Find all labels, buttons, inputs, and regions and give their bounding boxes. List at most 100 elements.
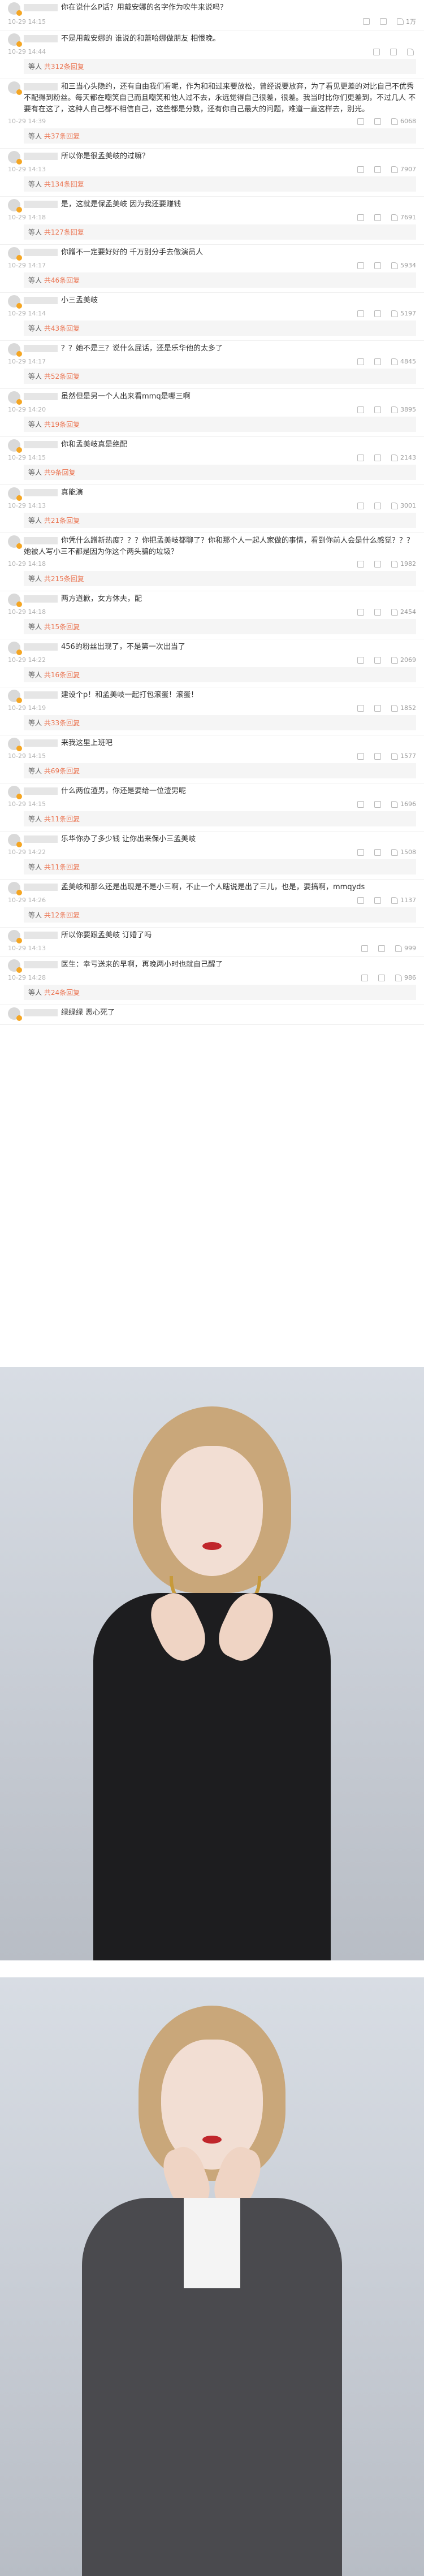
reply-count-link[interactable]: 共15条回复 (44, 623, 80, 631)
username-redacted[interactable] (24, 643, 58, 651)
reply-summary[interactable]: 等人 共19条回复 (24, 417, 416, 432)
share-button[interactable] (357, 608, 364, 616)
share-button[interactable] (357, 897, 364, 904)
reply-summary[interactable]: 等人 共11条回复 (24, 859, 416, 874)
comment-button[interactable] (374, 656, 381, 664)
avatar[interactable] (8, 786, 22, 799)
username-redacted[interactable] (24, 201, 58, 208)
reply-count-link[interactable]: 共33条回复 (44, 719, 80, 727)
username-redacted[interactable] (24, 393, 58, 400)
like-button[interactable]: 2454 (391, 608, 416, 616)
avatar[interactable] (8, 151, 22, 164)
like-button[interactable] (407, 48, 416, 55)
comment-button[interactable] (374, 848, 381, 856)
comment-button[interactable] (374, 560, 381, 568)
share-button[interactable] (357, 848, 364, 856)
share-button[interactable] (357, 656, 364, 664)
avatar[interactable] (8, 33, 22, 47)
username-redacted[interactable] (24, 787, 58, 795)
comment-button[interactable] (374, 310, 381, 317)
reply-count-link[interactable]: 共19条回复 (44, 421, 80, 428)
reply-summary[interactable]: 等人 共127条回复 (24, 224, 416, 240)
like-button[interactable]: 5934 (391, 262, 416, 269)
avatar[interactable] (8, 1007, 22, 1021)
username-redacted[interactable] (24, 537, 58, 544)
reply-summary[interactable]: 等人 共37条回复 (24, 128, 416, 144)
reply-count-link[interactable]: 共215条回复 (44, 575, 84, 583)
username-redacted[interactable] (24, 884, 58, 891)
username-redacted[interactable] (24, 441, 58, 448)
username-redacted[interactable] (24, 691, 58, 699)
comment-button[interactable] (380, 18, 387, 25)
comment-button[interactable] (378, 945, 385, 952)
avatar[interactable] (8, 343, 22, 357)
username-redacted[interactable] (24, 35, 58, 42)
avatar[interactable] (8, 834, 22, 847)
avatar[interactable] (8, 738, 22, 751)
like-button[interactable]: 6068 (391, 118, 416, 125)
share-button[interactable] (357, 752, 364, 760)
like-button[interactable]: 1696 (391, 800, 416, 808)
share-button[interactable] (357, 406, 364, 413)
share-button[interactable] (357, 358, 364, 365)
avatar[interactable] (8, 535, 22, 549)
username-redacted[interactable] (24, 932, 58, 939)
avatar[interactable] (8, 959, 22, 973)
comment-button[interactable] (374, 358, 381, 365)
share-button[interactable] (361, 945, 368, 952)
reply-summary[interactable]: 等人 共46条回复 (24, 272, 416, 288)
username-redacted[interactable] (24, 83, 58, 90)
comment-button[interactable] (374, 166, 381, 173)
username-redacted[interactable] (24, 153, 58, 160)
avatar[interactable] (8, 2, 22, 16)
reply-summary[interactable]: 等人 共16条回复 (24, 667, 416, 682)
reply-summary[interactable]: 等人 共312条回复 (24, 59, 416, 74)
like-button[interactable]: 999 (395, 945, 416, 952)
username-redacted[interactable] (24, 961, 58, 968)
reply-count-link[interactable]: 共37条回复 (44, 132, 80, 140)
comment-button[interactable] (374, 800, 381, 808)
reply-count-link[interactable]: 共9条回复 (44, 469, 76, 477)
username-redacted[interactable] (24, 489, 58, 496)
reply-count-link[interactable]: 共69条回复 (44, 767, 80, 775)
reply-count-link[interactable]: 共24条回复 (44, 989, 80, 997)
reply-count-link[interactable]: 共312条回复 (44, 63, 84, 71)
like-button[interactable]: 1852 (391, 704, 416, 712)
reply-count-link[interactable]: 共46条回复 (44, 276, 80, 284)
username-redacted[interactable] (24, 595, 58, 603)
reply-summary[interactable]: 等人 共9条回复 (24, 465, 416, 480)
avatar[interactable] (8, 295, 22, 309)
reply-summary[interactable]: 等人 共134条回复 (24, 176, 416, 192)
reply-count-link[interactable]: 共134条回复 (44, 180, 84, 188)
comment-button[interactable] (374, 214, 381, 221)
reply-summary[interactable]: 等人 共33条回复 (24, 715, 416, 730)
like-button[interactable]: 1577 (391, 752, 416, 760)
reply-summary[interactable]: 等人 共12条回复 (24, 907, 416, 923)
like-button[interactable]: 7691 (391, 214, 416, 221)
reply-count-link[interactable]: 共43条回复 (44, 324, 80, 332)
like-button[interactable]: 1137 (391, 897, 416, 904)
username-redacted[interactable] (24, 1009, 58, 1016)
reply-count-link[interactable]: 共16条回复 (44, 671, 80, 679)
reply-summary[interactable]: 等人 共43条回复 (24, 321, 416, 336)
username-redacted[interactable] (24, 297, 58, 304)
share-button[interactable] (361, 974, 368, 981)
reply-count-link[interactable]: 共52条回复 (44, 373, 80, 380)
share-button[interactable] (357, 454, 364, 461)
comment-button[interactable] (374, 262, 381, 269)
reply-summary[interactable]: 等人 共15条回复 (24, 619, 416, 634)
avatar[interactable] (8, 642, 22, 655)
like-button[interactable]: 1万 (397, 17, 416, 26)
comment-button[interactable] (374, 502, 381, 509)
avatar[interactable] (8, 690, 22, 703)
reply-count-link[interactable]: 共21条回复 (44, 517, 80, 525)
reply-summary[interactable]: 等人 共24条回复 (24, 985, 416, 1000)
share-button[interactable] (357, 214, 364, 221)
share-button[interactable] (357, 502, 364, 509)
avatar[interactable] (8, 882, 22, 895)
like-button[interactable]: 5197 (391, 310, 416, 317)
reply-summary[interactable]: 等人 共215条回复 (24, 571, 416, 586)
avatar[interactable] (8, 487, 22, 501)
like-button[interactable]: 7907 (391, 166, 416, 173)
reply-summary[interactable]: 等人 共52条回复 (24, 369, 416, 384)
